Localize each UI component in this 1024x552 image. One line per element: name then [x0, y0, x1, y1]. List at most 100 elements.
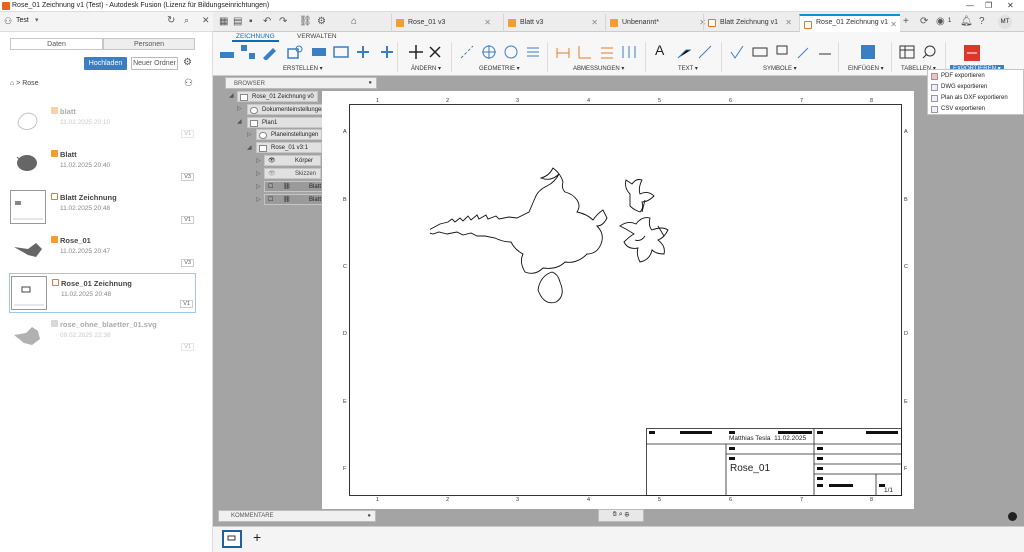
section-view-icon[interactable]: [261, 44, 277, 60]
version-badge[interactable]: V3: [181, 259, 194, 267]
project-name[interactable]: Test: [16, 17, 29, 24]
file-menu-icon[interactable]: ▤: [233, 16, 242, 27]
home-icon[interactable]: ⌂: [10, 80, 14, 87]
maximize-icon[interactable]: ❐: [985, 1, 992, 10]
collapse-icon[interactable]: ●: [367, 513, 371, 519]
checkbox-icon[interactable]: ☐: [268, 183, 273, 190]
expand-icon[interactable]: ◢: [247, 144, 252, 151]
crop-view-icon[interactable]: [333, 44, 349, 60]
tab-rose-01-v3[interactable]: Rose_01 v3 ✕: [391, 14, 494, 32]
browser-node-bodies[interactable]: 👁︎ Körper: [264, 155, 321, 166]
table-icon[interactable]: [899, 44, 915, 60]
new-tab-icon[interactable]: +: [903, 16, 909, 27]
version-badge[interactable]: V1: [181, 343, 194, 351]
menu-item-dwg-export[interactable]: DWG exportieren: [931, 84, 987, 91]
comments-panel-header[interactable]: KOMMENTARE ●: [218, 510, 376, 522]
group-einfuegen[interactable]: EINFÜGEN ▾: [848, 65, 884, 72]
browser-node-sketches[interactable]: 👁︎ Skizzen: [264, 168, 321, 179]
expand-icon[interactable]: ◢: [237, 118, 242, 125]
tab-verwalten[interactable]: VERWALTEN: [293, 33, 341, 40]
edge-extension-icon[interactable]: [525, 44, 541, 60]
link-icon[interactable]: ⛓: [299, 16, 312, 27]
job-status-icon[interactable]: ◉: [936, 16, 945, 27]
browser-node-plan1[interactable]: Plan1: [247, 117, 325, 128]
break-view-icon[interactable]: [311, 44, 327, 60]
zoom-icon[interactable]: ⌕: [619, 511, 623, 518]
fit-icon[interactable]: ⊕: [625, 511, 630, 518]
browser-panel-header[interactable]: BROWSER ●: [225, 77, 377, 89]
menu-item-csv-export[interactable]: CSV exportieren: [931, 106, 985, 113]
surface-symbol-icon[interactable]: [729, 44, 745, 60]
undo-icon[interactable]: ↶: [263, 16, 271, 27]
version-badge[interactable]: V3: [181, 173, 194, 181]
expand-icon[interactable]: ▷: [256, 183, 261, 190]
help-icon[interactable]: ?: [979, 16, 985, 27]
arrange-view-icon[interactable]: [379, 44, 395, 60]
link-icon[interactable]: ⛓: [283, 183, 291, 190]
home-icon[interactable]: ⌂: [351, 16, 357, 27]
centerline-icon[interactable]: [459, 44, 475, 60]
people-icon[interactable]: ⚇: [184, 78, 193, 89]
tab-rose-01-zeichnung[interactable]: Rose_01 Zeichnung v1 ✕: [799, 14, 900, 32]
version-badge[interactable]: V1: [180, 300, 193, 308]
tab-people[interactable]: Personen: [103, 38, 195, 50]
add-sheet-icon[interactable]: +: [253, 529, 261, 545]
file-card[interactable]: Blatt Zeichnung 11.02.2025 20:48 V1: [9, 188, 196, 228]
chain-dimension-icon[interactable]: [621, 44, 637, 60]
insert-image-icon[interactable]: [860, 44, 876, 60]
expand-icon[interactable]: ◢: [229, 92, 234, 99]
settings-icon[interactable]: ⚙: [317, 16, 326, 27]
search-icon[interactable]: ⌕: [184, 15, 189, 26]
refresh-icon[interactable]: ↻: [167, 15, 175, 26]
visibility-icon[interactable]: 👁︎: [268, 170, 276, 177]
collapse-icon[interactable]: ●: [368, 80, 372, 86]
file-card[interactable]: blatt 11.02.2025 20:10 V1: [9, 102, 196, 142]
file-card[interactable]: Blatt 11.02.2025 20:40 V3: [9, 145, 196, 185]
text-icon[interactable]: A: [655, 42, 671, 58]
weld-symbol-icon[interactable]: [796, 44, 812, 60]
group-abmessungen[interactable]: ABMESSUNGEN ▾: [573, 65, 624, 72]
tab-blatt-v3[interactable]: Blatt v3 ✕: [503, 14, 601, 32]
grid-menu-icon[interactable]: ▦: [219, 16, 228, 27]
expand-icon[interactable]: ▷: [256, 170, 261, 177]
balloon-icon[interactable]: [921, 44, 937, 60]
group-text[interactable]: TEXT ▾: [678, 65, 698, 72]
rose-drawing-view[interactable]: [430, 160, 700, 320]
expand-icon[interactable]: ▷: [256, 196, 261, 203]
browser-node-rose-view[interactable]: Rose_01 v3:1: [256, 142, 322, 153]
pdf-export-icon[interactable]: [963, 44, 981, 62]
file-card[interactable]: Rose_01 11.02.2025 20:47 V3: [9, 231, 196, 271]
tab-blatt-zeichnung[interactable]: Blatt Zeichnung v1 ✕: [703, 14, 795, 32]
avatar[interactable]: MT: [998, 15, 1012, 29]
new-folder-button[interactable]: Neuer Ordner: [131, 57, 178, 70]
browser-node-document-settings[interactable]: Dokumenteinstellungen: [247, 104, 329, 115]
pan-icon[interactable]: ✋︎: [613, 511, 617, 518]
close-panel-icon[interactable]: ✕: [202, 15, 210, 26]
chat-icon[interactable]: [1008, 512, 1017, 521]
close-icon[interactable]: ✕: [1007, 1, 1014, 10]
browser-node-plan-settings[interactable]: Planeinstellungen: [256, 129, 323, 140]
note-icon[interactable]: [697, 44, 713, 60]
circle-center-icon[interactable]: [503, 44, 519, 60]
gear-icon[interactable]: ⚙: [183, 57, 192, 68]
move-icon[interactable]: [408, 44, 424, 60]
file-card-selected[interactable]: Rose_01 Zeichnung 11.02.2025 20:48 V1: [9, 273, 196, 313]
leader-icon[interactable]: [676, 44, 692, 60]
datum-icon[interactable]: [774, 44, 790, 60]
tab-data[interactable]: Daten: [10, 38, 103, 50]
file-card[interactable]: rose_ohne_blaetter_01.svg 09.02.2025 22:…: [9, 315, 196, 355]
upload-button[interactable]: Hochladen: [84, 57, 127, 70]
version-badge[interactable]: V1: [181, 130, 194, 138]
group-symbole[interactable]: SYMBOLE ▾: [763, 65, 797, 72]
version-badge[interactable]: V1: [181, 216, 194, 224]
detail-view-icon[interactable]: [287, 44, 303, 60]
centermark-icon[interactable]: [481, 44, 497, 60]
group-erstellen[interactable]: ERSTELLEN ▾: [283, 65, 323, 72]
dimension-icon[interactable]: [555, 44, 571, 60]
projected-view-icon[interactable]: [240, 44, 256, 60]
group-geometrie[interactable]: GEOMETRIE ▾: [479, 65, 520, 72]
baseline-dimension-icon[interactable]: [599, 44, 615, 60]
sheet-thumbnail[interactable]: [222, 530, 242, 548]
delete-icon[interactable]: [427, 44, 443, 60]
menu-item-pdf-export[interactable]: PDF exportieren: [931, 73, 985, 80]
